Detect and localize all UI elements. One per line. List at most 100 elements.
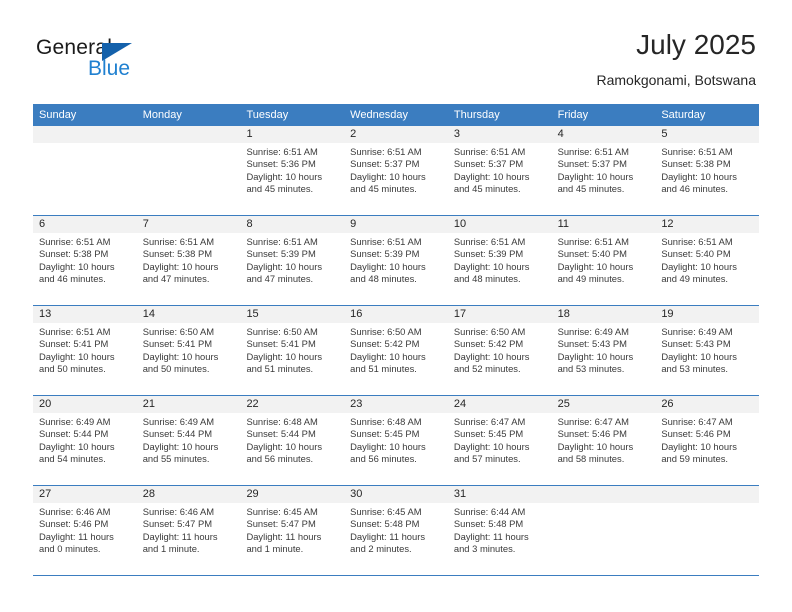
daylight-text-line1: Daylight: 10 hours bbox=[350, 170, 426, 182]
daylight-text-line1: Daylight: 10 hours bbox=[350, 260, 426, 272]
sunrise-text: Sunrise: 6:48 AM bbox=[246, 416, 318, 427]
day-number-band bbox=[551, 486, 656, 503]
day-cell-13[interactable]: 13 Sunrise: 6:51 AM Sunset: 5:41 PM Dayligh… bbox=[33, 306, 137, 395]
daylight-text-line1: Daylight: 10 hours bbox=[661, 440, 737, 452]
sunrise-text: Sunrise: 6:51 AM bbox=[246, 146, 318, 157]
calendar-week-row: 13 Sunrise: 6:51 AM Sunset: 5:41 PM Dayligh… bbox=[33, 306, 760, 396]
day-number-band: 3 bbox=[447, 126, 552, 143]
day-cell-20[interactable]: 20 Sunrise: 6:49 AM Sunset: 5:44 PM Dayligh… bbox=[33, 396, 137, 485]
calendar-week-row: 20 Sunrise: 6:49 AM Sunset: 5:44 PM Dayligh… bbox=[33, 396, 760, 486]
sunrise-text: Sunrise: 6:51 AM bbox=[142, 236, 215, 247]
sunset-text: Sunset: 5:47 PM bbox=[246, 518, 316, 530]
day-cell-6[interactable]: 6 Sunrise: 6:51 AM Sunset: 5:38 PM Daylight… bbox=[33, 216, 137, 305]
daylight-text-line1: Daylight: 10 hours bbox=[246, 170, 323, 182]
day-number-band: 18 bbox=[551, 306, 656, 323]
sunrise-text: Sunrise: 6:51 AM bbox=[453, 236, 526, 247]
day-number-band: 20 bbox=[33, 396, 137, 413]
day-number-band: 2 bbox=[344, 126, 448, 143]
day-cell-17[interactable]: 17 Sunrise: 6:50 AM Sunset: 5:42 PM Dayligh… bbox=[447, 306, 552, 395]
sunset-text: Sunset: 5:44 PM bbox=[39, 428, 109, 440]
daylight-text-line1: Daylight: 10 hours bbox=[557, 260, 634, 272]
daylight-text-line2: and 48 minutes. bbox=[350, 273, 417, 285]
sunset-text: Sunset: 5:37 PM bbox=[557, 158, 627, 170]
day-number-band: 10 bbox=[447, 216, 552, 233]
day-cell-30[interactable]: 30 Sunrise: 6:45 AM Sunset: 5:48 PM Dayligh… bbox=[344, 486, 448, 575]
day-cell-12[interactable]: 12 Sunrise: 6:51 AM Sunset: 5:40 PM Dayligh… bbox=[655, 216, 760, 305]
daylight-text-line1: Daylight: 10 hours bbox=[453, 350, 530, 362]
sunset-text: Sunset: 5:46 PM bbox=[39, 518, 109, 530]
day-cell-26[interactable]: 26 Sunrise: 6:47 AM Sunset: 5:46 PM Dayligh… bbox=[655, 396, 760, 485]
sunrise-text: Sunrise: 6:50 AM bbox=[350, 326, 422, 337]
sunrise-text: Sunrise: 6:49 AM bbox=[661, 326, 733, 337]
sunrise-text: Sunrise: 6:47 AM bbox=[557, 416, 629, 427]
day-cell-31[interactable]: 31 Sunrise: 6:44 AM Sunset: 5:48 PM Dayligh… bbox=[447, 486, 552, 575]
day-details: Sunrise: 6:45 AM Sunset: 5:48 PM Daylight:… bbox=[344, 503, 448, 556]
day-number-band: 9 bbox=[344, 216, 448, 233]
day-number: 15 bbox=[246, 308, 259, 320]
day-details: Sunrise: 6:49 AM Sunset: 5:43 PM Daylight:… bbox=[552, 323, 656, 376]
day-cell-19[interactable]: 19 Sunrise: 6:49 AM Sunset: 5:43 PM Dayligh… bbox=[655, 306, 760, 395]
day-number: 31 bbox=[453, 488, 467, 500]
day-details bbox=[655, 503, 759, 506]
day-cell-14[interactable]: 14 Sunrise: 6:50 AM Sunset: 5:41 PM Dayligh… bbox=[136, 306, 241, 395]
day-number-band: 13 bbox=[33, 306, 137, 323]
day-number: 2 bbox=[350, 128, 357, 140]
day-cell-7[interactable]: 7 Sunrise: 6:51 AM Sunset: 5:38 PM Daylight… bbox=[136, 216, 241, 305]
day-details: Sunrise: 6:48 AM Sunset: 5:45 PM Daylight:… bbox=[344, 413, 448, 466]
day-details bbox=[137, 143, 241, 146]
day-number-band: 31 bbox=[447, 486, 552, 503]
day-details: Sunrise: 6:49 AM Sunset: 5:44 PM Daylight:… bbox=[137, 413, 241, 466]
daylight-text-line2: and 47 minutes. bbox=[142, 273, 210, 285]
day-cell-27[interactable]: 27 Sunrise: 6:46 AM Sunset: 5:46 PM Dayligh… bbox=[33, 486, 137, 575]
day-number: 25 bbox=[557, 398, 570, 410]
sunrise-text: Sunrise: 6:49 AM bbox=[142, 416, 215, 427]
day-cell-18[interactable]: 18 Sunrise: 6:49 AM Sunset: 5:43 PM Dayligh… bbox=[551, 306, 656, 395]
day-cell-10[interactable]: 10 Sunrise: 6:51 AM Sunset: 5:39 PM Dayligh… bbox=[447, 216, 552, 305]
day-cell-3[interactable]: 3 Sunrise: 6:51 AM Sunset: 5:37 PM Daylight… bbox=[447, 126, 552, 215]
day-cell-21[interactable]: 21 Sunrise: 6:49 AM Sunset: 5:44 PM Dayligh… bbox=[136, 396, 241, 485]
day-cell-28[interactable]: 28 Sunrise: 6:46 AM Sunset: 5:47 PM Dayligh… bbox=[136, 486, 241, 575]
daylight-text-line1: Daylight: 11 hours bbox=[246, 530, 322, 542]
day-number: 28 bbox=[142, 488, 155, 500]
day-number: 12 bbox=[661, 218, 674, 230]
weekday-header-thursday: Thursday bbox=[453, 109, 500, 121]
daylight-text-line1: Daylight: 11 hours bbox=[350, 530, 426, 542]
day-cell-11[interactable]: 11 Sunrise: 6:51 AM Sunset: 5:40 PM Dayligh… bbox=[551, 216, 656, 305]
day-number-band: 7 bbox=[136, 216, 241, 233]
day-details: Sunrise: 6:44 AM Sunset: 5:48 PM Daylight:… bbox=[448, 503, 552, 556]
daylight-text-line2: and 47 minutes. bbox=[246, 273, 314, 285]
sunrise-text: Sunrise: 6:50 AM bbox=[246, 326, 318, 337]
day-cell-24[interactable]: 24 Sunrise: 6:47 AM Sunset: 5:45 PM Dayligh… bbox=[447, 396, 552, 485]
day-cell-8[interactable]: 8 Sunrise: 6:51 AM Sunset: 5:39 PM Daylight… bbox=[240, 216, 345, 305]
daylight-text-line2: and 48 minutes. bbox=[453, 273, 521, 285]
day-details: Sunrise: 6:51 AM Sunset: 5:38 PM Daylight:… bbox=[655, 143, 759, 196]
day-details: Sunrise: 6:51 AM Sunset: 5:40 PM Daylight:… bbox=[552, 233, 656, 286]
daylight-text-line1: Daylight: 10 hours bbox=[142, 260, 219, 272]
daylight-text-line1: Daylight: 10 hours bbox=[246, 350, 323, 362]
daylight-text-line2: and 53 minutes. bbox=[661, 363, 729, 375]
day-cell-29[interactable]: 29 Sunrise: 6:45 AM Sunset: 5:47 PM Dayligh… bbox=[240, 486, 345, 575]
sunrise-text: Sunrise: 6:45 AM bbox=[350, 506, 422, 517]
day-cell-2[interactable]: 2 Sunrise: 6:51 AM Sunset: 5:37 PM Daylight… bbox=[344, 126, 448, 215]
day-cell-23[interactable]: 23 Sunrise: 6:48 AM Sunset: 5:45 PM Dayligh… bbox=[344, 396, 448, 485]
daylight-text-line2: and 56 minutes. bbox=[246, 453, 314, 465]
day-cell-16[interactable]: 16 Sunrise: 6:50 AM Sunset: 5:42 PM Dayligh… bbox=[344, 306, 448, 395]
sunset-text: Sunset: 5:48 PM bbox=[350, 518, 420, 530]
day-cell-22[interactable]: 22 Sunrise: 6:48 AM Sunset: 5:44 PM Dayligh… bbox=[240, 396, 345, 485]
sunrise-text: Sunrise: 6:47 AM bbox=[453, 416, 526, 427]
day-cell-4[interactable]: 4 Sunrise: 6:51 AM Sunset: 5:37 PM Daylight… bbox=[551, 126, 656, 215]
daylight-text-line1: Daylight: 10 hours bbox=[661, 260, 737, 272]
general-blue-logo[interactable]: General Blue bbox=[36, 36, 236, 88]
sunrise-text: Sunrise: 6:46 AM bbox=[142, 506, 215, 517]
day-number-band: 14 bbox=[136, 306, 241, 323]
daylight-text-line1: Daylight: 10 hours bbox=[453, 260, 530, 272]
day-cell-1[interactable]: 1 Sunrise: 6:51 AM Sunset: 5:36 PM Daylight… bbox=[240, 126, 345, 215]
day-cell-5[interactable]: 5 Sunrise: 6:51 AM Sunset: 5:38 PM Daylight… bbox=[655, 126, 760, 215]
day-cell-25[interactable]: 25 Sunrise: 6:47 AM Sunset: 5:46 PM Dayligh… bbox=[551, 396, 656, 485]
day-number: 8 bbox=[246, 218, 253, 230]
day-number-band bbox=[33, 126, 137, 143]
day-cell-9[interactable]: 9 Sunrise: 6:51 AM Sunset: 5:39 PM Daylight… bbox=[344, 216, 448, 305]
day-number-band: 29 bbox=[240, 486, 345, 503]
day-details: Sunrise: 6:51 AM Sunset: 5:37 PM Daylight:… bbox=[448, 143, 552, 196]
day-cell-15[interactable]: 15 Sunrise: 6:50 AM Sunset: 5:41 PM Dayligh… bbox=[240, 306, 345, 395]
